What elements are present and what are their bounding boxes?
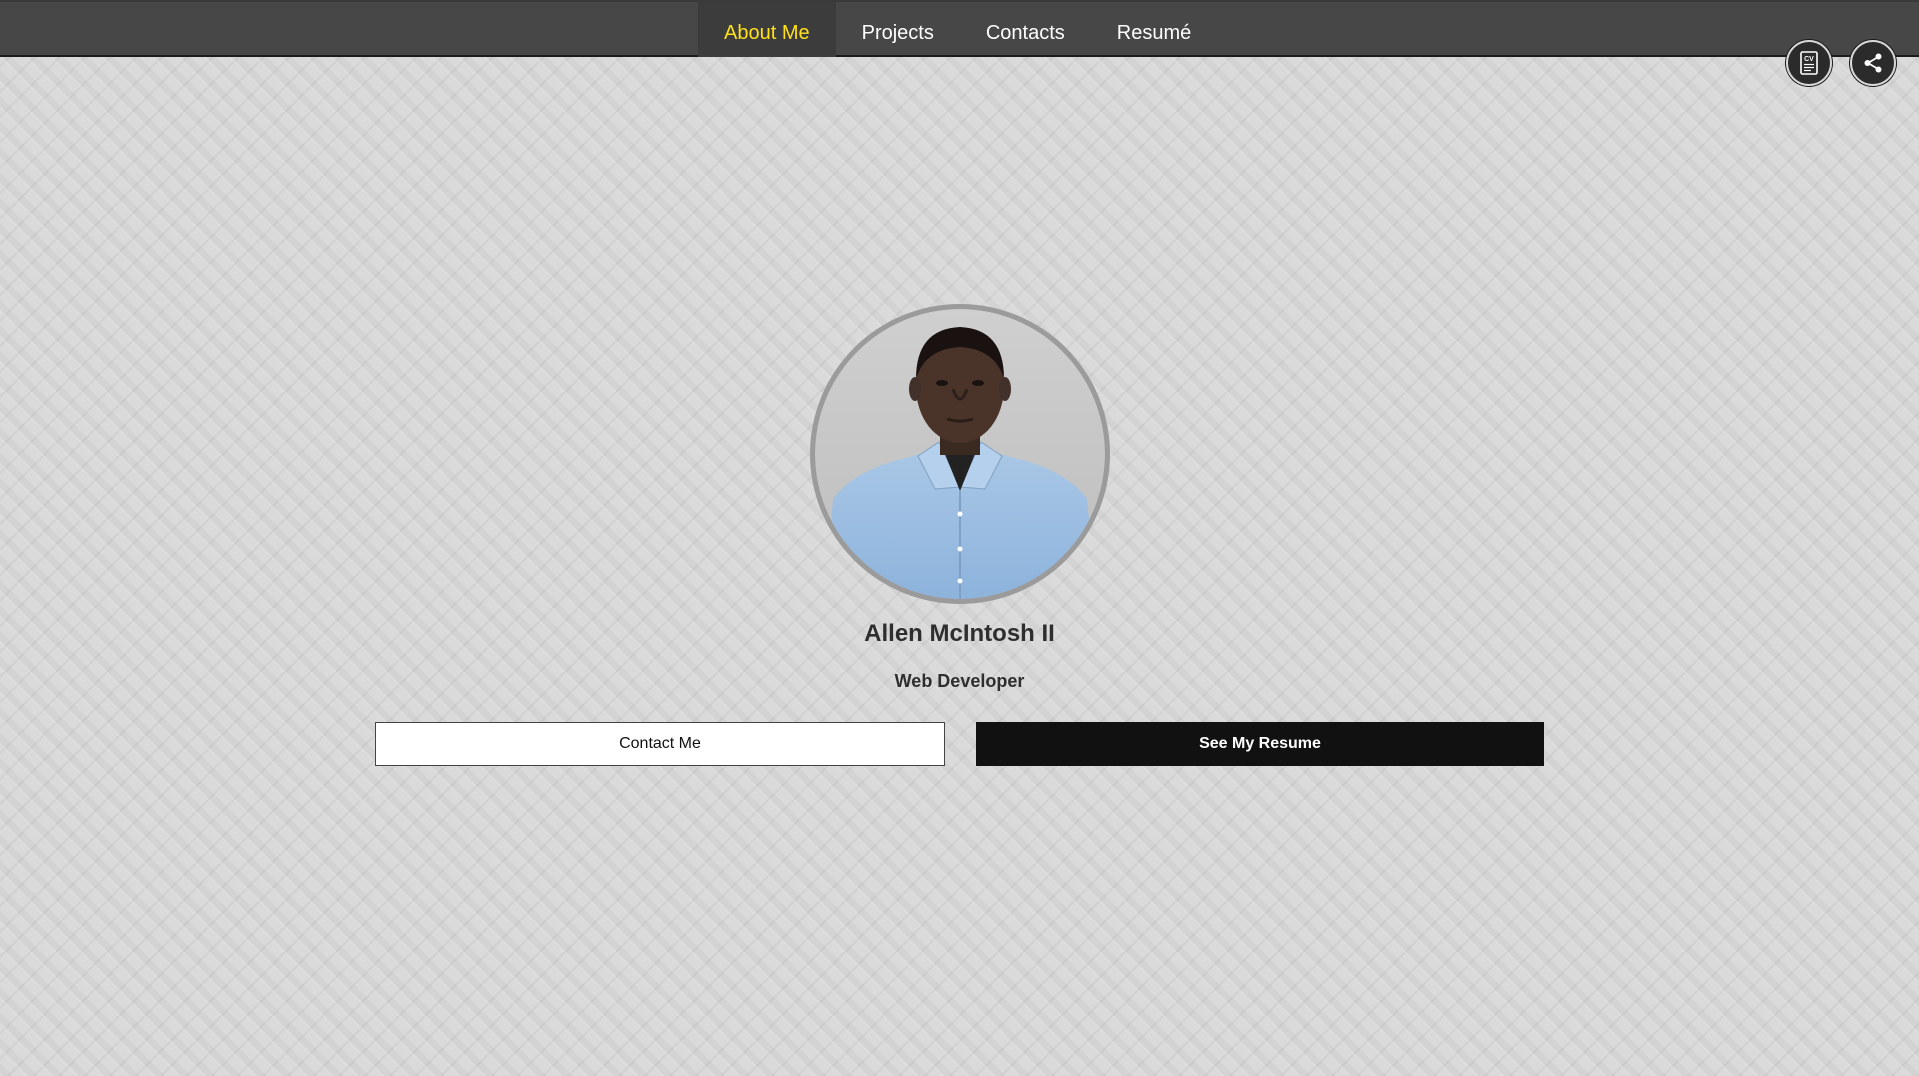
cv-document-icon: CV (1800, 51, 1818, 75)
contact-me-button[interactable]: Contact Me (375, 722, 945, 766)
share-icon (1864, 53, 1882, 73)
top-nav-bar: About Me Projects Contacts Resumé (0, 0, 1919, 57)
cv-icon-text: CV (1804, 56, 1814, 63)
nav-item-resume[interactable]: Resumé (1091, 2, 1217, 57)
share-button[interactable] (1850, 40, 1896, 86)
profile-role: Web Developer (894, 671, 1025, 691)
nav-item-contacts[interactable]: Contacts (960, 2, 1091, 57)
cv-button[interactable]: CV (1786, 40, 1832, 86)
avatar (815, 309, 1105, 599)
profile-name: Allen McIntosh II (864, 620, 1055, 647)
avatar-frame (810, 304, 1110, 604)
main-nav: About Me Projects Contacts Resumé (698, 2, 1217, 57)
nav-item-projects[interactable]: Projects (836, 2, 960, 57)
nav-item-about-me[interactable]: About Me (698, 2, 836, 57)
see-my-resume-button[interactable]: See My Resume (976, 722, 1544, 766)
